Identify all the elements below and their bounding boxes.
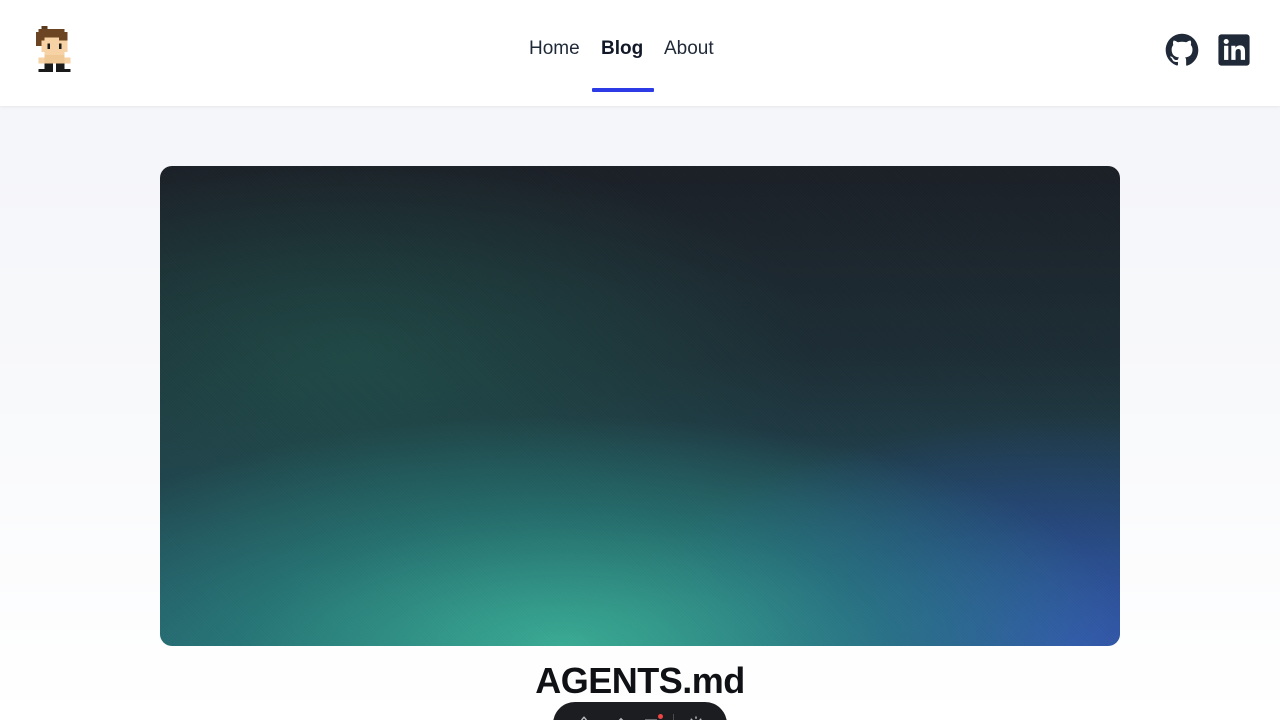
github-link[interactable] xyxy=(1165,33,1199,67)
settings-icon xyxy=(690,716,702,720)
main-nav: Home Blog About xyxy=(0,0,1280,106)
nav-home-link[interactable]: Home xyxy=(529,38,580,60)
annotate-button[interactable] xyxy=(606,712,630,720)
linkedin-link[interactable] xyxy=(1217,33,1251,67)
annotate-icon xyxy=(618,717,623,720)
site-header: Home Blog About xyxy=(0,0,1280,106)
settings-button[interactable] xyxy=(684,712,708,720)
list-button[interactable] xyxy=(639,712,664,720)
post-cover-image xyxy=(160,166,1120,646)
linkedin-icon xyxy=(1218,34,1250,66)
toolbar-divider xyxy=(673,714,675,720)
notification-dot xyxy=(658,714,664,719)
nav-about-link[interactable]: About xyxy=(664,38,714,60)
inspect-icon xyxy=(580,716,588,720)
nav-blog-link[interactable]: Blog xyxy=(601,38,643,60)
floating-toolbar xyxy=(553,702,727,720)
post-title: AGENTS.md xyxy=(535,660,745,701)
active-nav-indicator xyxy=(592,88,654,92)
inspect-button[interactable] xyxy=(572,712,596,720)
github-icon xyxy=(1165,33,1199,66)
